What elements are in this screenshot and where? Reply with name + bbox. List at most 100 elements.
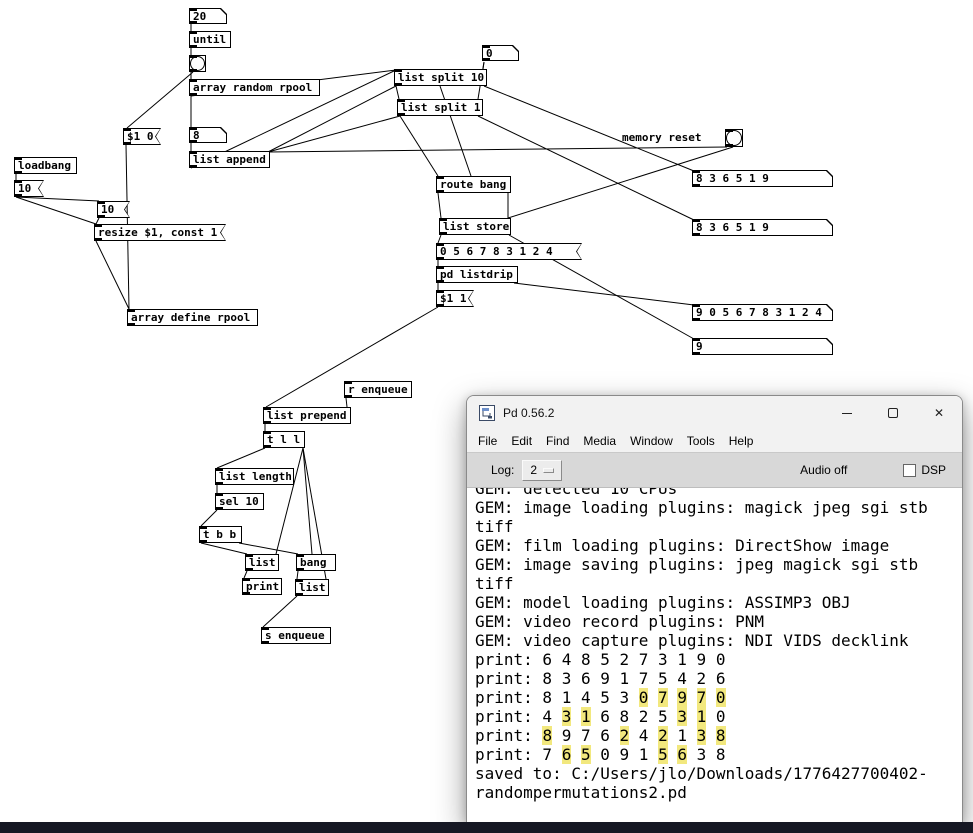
console-text — [668, 688, 678, 707]
object-list-prepend[interactable]: list prepend — [263, 407, 351, 424]
patch-cord — [514, 283, 694, 305]
inlet-nub — [437, 244, 444, 246]
number-list-2-text: 8 3 6 5 1 9 — [693, 220, 832, 235]
log-level-dropdown[interactable]: 2 — [522, 460, 562, 481]
number-list-4-text: 9 — [693, 339, 832, 354]
number-list-4[interactable]: 9 — [692, 338, 833, 355]
maximize-icon — [888, 408, 898, 418]
menu-edit[interactable]: Edit — [504, 432, 539, 450]
object-t-b-b[interactable]: t b b — [199, 526, 242, 543]
inlet-nub — [693, 171, 700, 173]
object-until[interactable]: until — [189, 31, 231, 48]
console-text — [706, 688, 716, 707]
object-route-bang-text: route bang — [437, 177, 510, 192]
outlet-nub — [262, 641, 269, 643]
outlet-nub — [264, 445, 271, 447]
console-text: GEM: image loading plugins: magick jpeg … — [475, 498, 928, 517]
outlet-nub — [243, 592, 250, 594]
bang-top[interactable] — [189, 55, 206, 72]
console-text: 6 8 2 5 — [591, 707, 678, 726]
message-dollar1-1[interactable]: $1 1 — [436, 290, 474, 307]
outlet-nub — [216, 482, 223, 484]
object-array-random-rpool[interactable]: array random rpool — [189, 79, 320, 96]
patch-cord — [484, 86, 694, 171]
outlet-nub — [246, 568, 253, 570]
number-list-3[interactable]: 9 0 5 6 7 8 3 1 2 4 — [692, 304, 833, 321]
dsp-checkbox[interactable] — [903, 464, 916, 477]
message-dollar1-0[interactable]: $1 0 — [123, 128, 161, 145]
menu-window[interactable]: Window — [623, 432, 680, 450]
object-list-a[interactable]: list — [245, 554, 279, 571]
close-button[interactable] — [916, 396, 962, 430]
dsp-label: DSP — [921, 463, 946, 477]
object-sel-10[interactable]: sel 10 — [215, 493, 264, 510]
maximize-button[interactable] — [870, 396, 916, 430]
object-print[interactable]: print — [242, 578, 282, 595]
console-text: 0 9 1 — [591, 745, 658, 764]
outlet-nub — [693, 318, 700, 320]
number-list-2[interactable]: 8 3 6 5 1 9 — [692, 219, 833, 236]
console-text: randompermutations2.pd — [475, 783, 687, 802]
object-route-bang[interactable]: route bang — [436, 176, 511, 193]
pd-app-icon — [479, 405, 495, 421]
bang-memory-reset[interactable] — [725, 129, 743, 147]
inlet-nub — [264, 408, 271, 410]
minimize-button[interactable] — [824, 396, 870, 430]
object-loadbang[interactable]: loadbang — [14, 157, 77, 174]
message-resize-const[interactable]: resize $1, const 1 — [94, 224, 226, 241]
inlet-nub — [395, 70, 402, 72]
menu-find[interactable]: Find — [539, 432, 576, 450]
object-list-split-1-text: list split 1 — [398, 100, 482, 115]
windows-taskbar[interactable] — [0, 822, 973, 833]
patch-cord — [96, 218, 99, 224]
outlet-nub — [200, 540, 207, 542]
menu-help[interactable]: Help — [722, 432, 761, 450]
inlet-nub — [483, 46, 490, 48]
console-text: GEM: detected 10 CPUs — [475, 488, 677, 498]
patch-cord — [303, 448, 312, 554]
number-0[interactable]: 0 — [482, 45, 519, 61]
inlet-nub — [693, 339, 700, 341]
object-bang-box[interactable]: bang — [296, 554, 336, 571]
object-s-enqueue[interactable]: s enqueue — [261, 627, 331, 644]
window-titlebar[interactable]: Pd 0.56.2 — [467, 396, 962, 430]
menu-file[interactable]: File — [471, 432, 504, 450]
pd-console-window: Pd 0.56.2 FileEditFindMediaWindowToolsHe… — [466, 395, 963, 822]
outlet-nub — [216, 507, 223, 509]
object-list-split-1[interactable]: list split 1 — [397, 99, 483, 116]
menu-tools[interactable]: Tools — [680, 432, 722, 450]
message-stored-list[interactable]: 0 5 6 7 8 3 1 2 4 — [436, 243, 582, 260]
menu-bar: FileEditFindMediaWindowToolsHelp — [467, 430, 962, 452]
search-highlight: 8 — [716, 726, 726, 745]
patch-cord — [263, 596, 297, 627]
patch-cord — [16, 197, 96, 224]
object-list-store[interactable]: list store — [439, 218, 511, 235]
object-array-define-rpool[interactable]: array define rpool — [127, 309, 258, 326]
object-pd-listdrip[interactable]: pd listdrip — [436, 266, 518, 283]
object-list-append[interactable]: list append — [189, 151, 270, 168]
console-text: 4 — [629, 726, 658, 745]
object-list-length[interactable]: list length — [215, 468, 294, 485]
patch-cord — [201, 543, 247, 554]
menu-media[interactable]: Media — [576, 432, 623, 450]
console-text: GEM: video capture plugins: NDI VIDS dec… — [475, 631, 908, 650]
console-log[interactable]: GEM: detected 10 CPUsGEM: image loading … — [467, 488, 962, 822]
number-list-1[interactable]: 8 3 6 5 1 9 — [692, 170, 833, 187]
search-highlight: 5 — [581, 745, 591, 764]
object-list-split-10[interactable]: list split 10 — [394, 69, 487, 86]
search-highlight: 2 — [658, 726, 668, 745]
outlet-nub — [15, 171, 22, 173]
number-20[interactable]: 20 — [189, 8, 227, 24]
number-8[interactable]: 8 — [189, 127, 227, 143]
outlet-nub — [15, 194, 22, 196]
object-list-length-text: list length — [216, 469, 293, 484]
inlet-nub — [128, 310, 135, 312]
object-t-l-l[interactable]: t l l — [263, 431, 305, 448]
patch-cord — [346, 398, 347, 407]
search-highlight: 7 — [697, 688, 707, 707]
object-list-b[interactable]: list — [295, 579, 329, 596]
inlet-nub — [15, 181, 22, 183]
console-line: print: 8 9 7 6 2 4 2 1 3 8 — [475, 726, 954, 745]
console-text: 0 — [706, 707, 725, 726]
object-r-enqueue[interactable]: r enqueue — [344, 381, 412, 398]
